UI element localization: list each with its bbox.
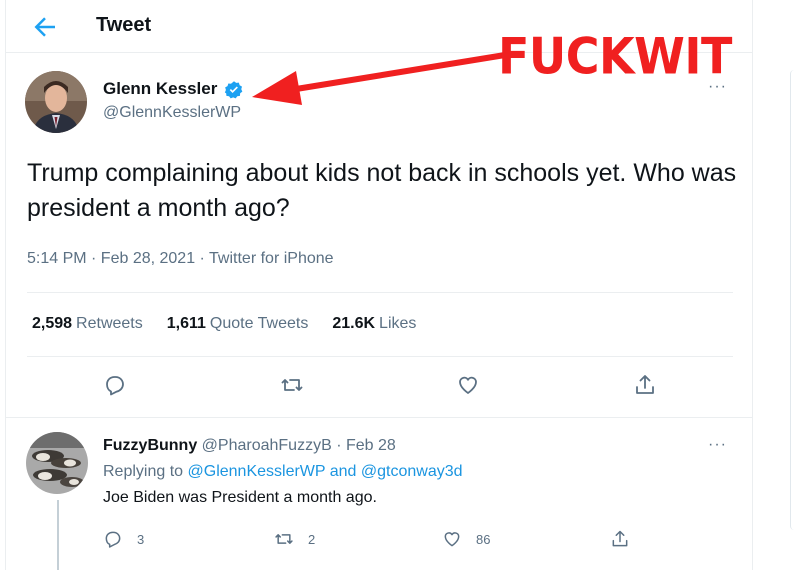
quote-tweets-stat[interactable]: 1,611 Quote Tweets [167,315,309,333]
author-photo [25,71,87,133]
retweet-icon[interactable] [280,373,304,397]
reply-count: 3 [137,531,145,547]
annotation-label: FUCKWIT [498,27,732,86]
page-title: Tweet [96,14,152,36]
like-icon[interactable] [456,373,480,397]
like-count: 86 [476,531,491,547]
reply-reply-button[interactable]: 3 [103,527,144,551]
author-handle[interactable]: @GlennKesslerWP [103,104,241,122]
reply-date[interactable]: Feb 28 [346,437,396,454]
share-icon[interactable] [633,373,657,397]
reply-retweet-button[interactable]: 2 [274,527,315,551]
side-panel-edge [790,70,794,530]
like-icon [444,532,460,547]
divider [27,292,733,293]
tweet-meta: 5:14 PM · Feb 28, 2021 · Twitter for iPh… [27,250,334,267]
replying-to: Replying to @GlennKesslerWP and @gtconwa… [103,463,463,481]
likes-stat[interactable]: 21.6K Likes [332,315,416,333]
thread-line [57,500,59,570]
reply-like-button[interactable]: 86 [442,527,490,551]
retweets-stat[interactable]: 2,598 Retweets [32,315,143,333]
retweet-icon [275,534,293,544]
reply-author-name[interactable]: FuzzyBunny [103,437,197,454]
reply-icon[interactable] [103,373,127,397]
retweet-count: 2 [308,531,316,547]
avatar[interactable] [25,71,87,133]
replying-prefix: Replying to [103,463,188,480]
reply-avatar[interactable] [26,432,88,494]
tweet-text: Trump complaining about kids not back in… [27,159,737,222]
divider [6,417,752,418]
separator: · [331,437,346,454]
back-arrow-icon [34,17,55,37]
verified-badge-icon [224,81,243,99]
mention-and: and [325,463,361,480]
mention-link[interactable]: @GlennKesslerWP [188,463,326,480]
reply-header: FuzzyBunny @PharoahFuzzyB · Feb 28 [103,437,396,455]
annotation-arrow-icon [252,52,508,105]
otters-photo [26,432,88,494]
reply-text: Joe Biden was President a month ago. [103,489,377,506]
divider [27,356,733,357]
reply-more-options-icon[interactable]: ··· [708,436,727,454]
reply-icon [105,531,121,548]
share-icon [612,530,628,547]
reply-share-button[interactable] [610,527,630,551]
mention-link[interactable]: @gtconway3d [361,463,463,480]
back-button[interactable] [30,12,60,42]
tweet-stats: 2,598 Retweets 1,611 Quote Tweets 21.6K Lik… [32,315,416,333]
reply-author-handle[interactable]: @PharoahFuzzyB [202,437,332,454]
author-name[interactable]: Glenn Kessler [103,79,217,99]
